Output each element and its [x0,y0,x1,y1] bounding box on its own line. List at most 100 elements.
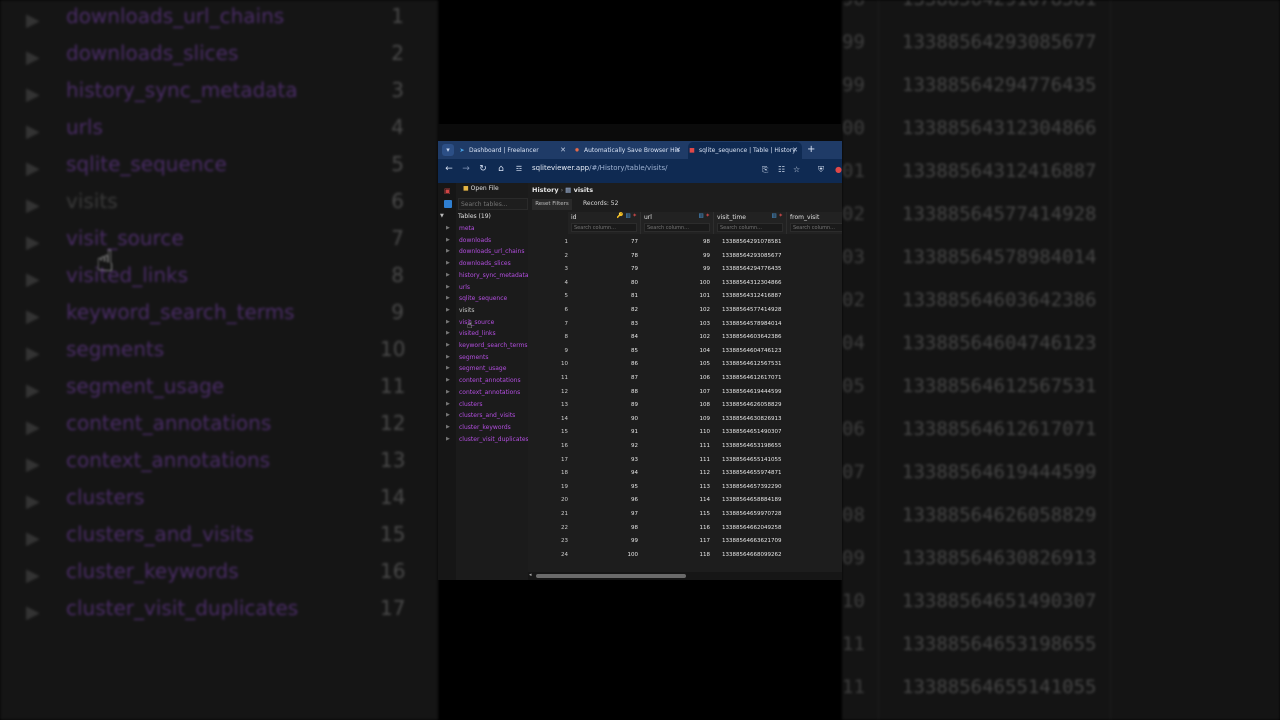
table-row[interactable]: 5 81 101 13388564312416887 [528,290,842,304]
cell-visit-time[interactable]: 13388564312304866 [722,280,792,286]
caret-right-icon[interactable]: ▶ [446,295,450,301]
cell-url[interactable]: 107 [642,389,711,395]
caret-right-icon[interactable]: ▶ [446,307,450,313]
cell-id[interactable]: 98 [572,525,638,531]
cell-id[interactable]: 95 [572,484,638,490]
caret-right-icon[interactable]: ▶ [446,412,450,418]
cell-visit-time[interactable]: 13388564655141055 [722,457,792,463]
sidebar-table-content-annotations[interactable]: ▶ content_annotations [438,377,528,388]
cell-id[interactable]: 89 [572,402,638,408]
caret-right-icon[interactable]: ▶ [446,436,450,442]
forward-icon[interactable]: → [460,164,472,174]
search-tables-input[interactable] [458,198,528,210]
cell-id[interactable]: 97 [572,511,638,517]
scrollbar-thumb[interactable] [536,574,686,578]
sidebar-table-urls[interactable]: ▶ urls [438,284,528,295]
cell-visit-time[interactable]: 13388564662049258 [722,525,792,531]
cell-id[interactable]: 85 [572,348,638,354]
column-search-input[interactable] [571,223,637,232]
cell-id[interactable]: 78 [572,253,638,259]
cell-visit-time[interactable]: 13388564291078581 [722,239,792,245]
caret-right-icon[interactable]: ▶ [446,248,450,254]
sidebar-table-history-sync-metadata[interactable]: ▶ history_sync_metadata [438,272,529,283]
cell-url[interactable]: 104 [642,348,711,354]
table-row[interactable]: 2 78 99 13388564293085677 [528,250,842,264]
pin-icon[interactable]: ✶ [705,213,710,219]
tab-automatically-save[interactable]: ✹ Automatically Save Browser His ✕ [573,142,685,159]
column-header-visit-time[interactable]: visit_time ▥ ✶ [714,212,787,234]
cell-visit-time[interactable]: 13388564651490307 [722,429,792,435]
table-row[interactable]: 12 88 107 13388564619444599 [528,386,842,400]
cell-visit-time[interactable]: 13388564653198655 [722,443,792,449]
cell-visit-time[interactable]: 13388564619444599 [722,389,792,395]
sidebar-table-context-annotations[interactable]: ▶ context_annotations [438,389,528,400]
sidebar-table-sqlite-sequence[interactable]: ▶ sqlite_sequence [438,295,528,306]
cell-url[interactable]: 106 [642,375,711,381]
caret-right-icon[interactable]: ▶ [446,237,450,243]
reset-filters-button[interactable]: Reset Filters [532,199,572,210]
cell-url[interactable]: 99 [642,253,710,259]
table-row[interactable]: 7 83 103 13388564578984014 [528,318,842,332]
sidebar-table-visits[interactable]: ▶ visits [438,307,528,318]
cell-id[interactable]: 80 [572,280,638,286]
cell-visit-time[interactable]: 13388564577414928 [722,307,792,313]
sidebar-table-downloads-url-chains[interactable]: ▶ downloads_url_chains [438,248,528,259]
cell-url[interactable]: 98 [642,239,710,245]
sidebar-table-meta[interactable]: ▶ meta [438,225,528,236]
cell-id[interactable]: 90 [572,416,638,422]
caret-right-icon[interactable]: ▶ [446,342,450,348]
cell-url[interactable]: 100 [642,280,711,286]
cell-visit-time[interactable]: 13388564293085677 [722,253,792,259]
cell-visit-time[interactable]: 13388564655974871 [722,470,792,476]
column-settings-icon[interactable]: ▥ [771,213,776,219]
cell-url[interactable]: 111 [642,443,711,449]
sidebar-table-clusters[interactable]: ▶ clusters [438,401,528,412]
table-row[interactable]: 3 79 99 13388564294776435 [528,263,842,277]
column-search-input[interactable] [644,223,710,232]
table-row[interactable]: 21 97 115 13388564659970728 [528,508,842,522]
site-info-icon[interactable]: ☲ [514,165,524,173]
sidebar-table-clusters-and-visits[interactable]: ▶ clusters_and_visits [438,412,528,423]
cell-id[interactable]: 84 [572,334,638,340]
caret-right-icon[interactable]: ▶ [446,401,450,407]
table-row[interactable]: 9 85 104 13388564604746123 [528,345,842,359]
cell-id[interactable]: 83 [572,321,638,327]
cell-url[interactable]: 101 [642,293,711,299]
table-row[interactable]: 15 91 110 13388564651490307 [528,426,842,440]
cell-visit-time[interactable]: 13388564604746123 [722,348,792,354]
reload-icon[interactable]: ↻ [477,164,489,174]
cell-id[interactable]: 94 [572,470,638,476]
scroll-left-icon[interactable]: ◂ [529,572,532,578]
cell-id[interactable]: 93 [572,457,638,463]
tab-freelancer[interactable]: ➤ Dashboard | Freelancer ✕ [458,142,570,159]
cell-id[interactable]: 81 [572,293,638,299]
cell-visit-time[interactable]: 13388564657392290 [722,484,792,490]
tab-sqlite-sequence[interactable]: ■ sqlite_sequence | Table | History ✕ [688,142,802,159]
cell-id[interactable]: 91 [572,429,638,435]
table-row[interactable]: 23 99 117 13388564663621709 [528,535,842,549]
caret-right-icon[interactable]: ▶ [446,260,450,266]
cell-url[interactable]: 112 [642,470,711,476]
database-icon[interactable] [444,200,452,208]
cell-visit-time[interactable]: 13388564612567531 [722,361,792,367]
table-row[interactable]: 16 92 111 13388564653198655 [528,440,842,454]
cell-id[interactable]: 77 [572,239,638,245]
cell-visit-time[interactable]: 13388564603642386 [722,334,792,340]
cell-visit-time[interactable]: 13388564612617071 [722,375,792,381]
bookmark-star-icon[interactable]: ☆ [793,165,800,174]
caret-right-icon[interactable]: ▶ [446,225,450,231]
open-file-button[interactable]: ■ Open File [463,185,499,192]
address-bar[interactable]: sqliteviewer.app/#/History/table/visits/ [532,164,667,172]
column-settings-icon[interactable]: ▥ [625,213,630,219]
cell-id[interactable]: 86 [572,361,638,367]
table-row[interactable]: 11 87 106 13388564612617071 [528,372,842,386]
cell-id[interactable]: 79 [572,266,638,272]
cell-url[interactable]: 103 [642,321,711,327]
cell-visit-time[interactable]: 13388564578984014 [722,321,792,327]
table-row[interactable]: 13 89 108 13388564626058829 [528,399,842,413]
cell-visit-time[interactable]: 13388564294776435 [722,266,792,272]
cell-visit-time[interactable]: 13388564630826913 [722,416,792,422]
cell-url[interactable]: 111 [642,457,711,463]
back-icon[interactable]: ← [443,164,455,174]
caret-right-icon[interactable]: ▶ [446,389,450,395]
